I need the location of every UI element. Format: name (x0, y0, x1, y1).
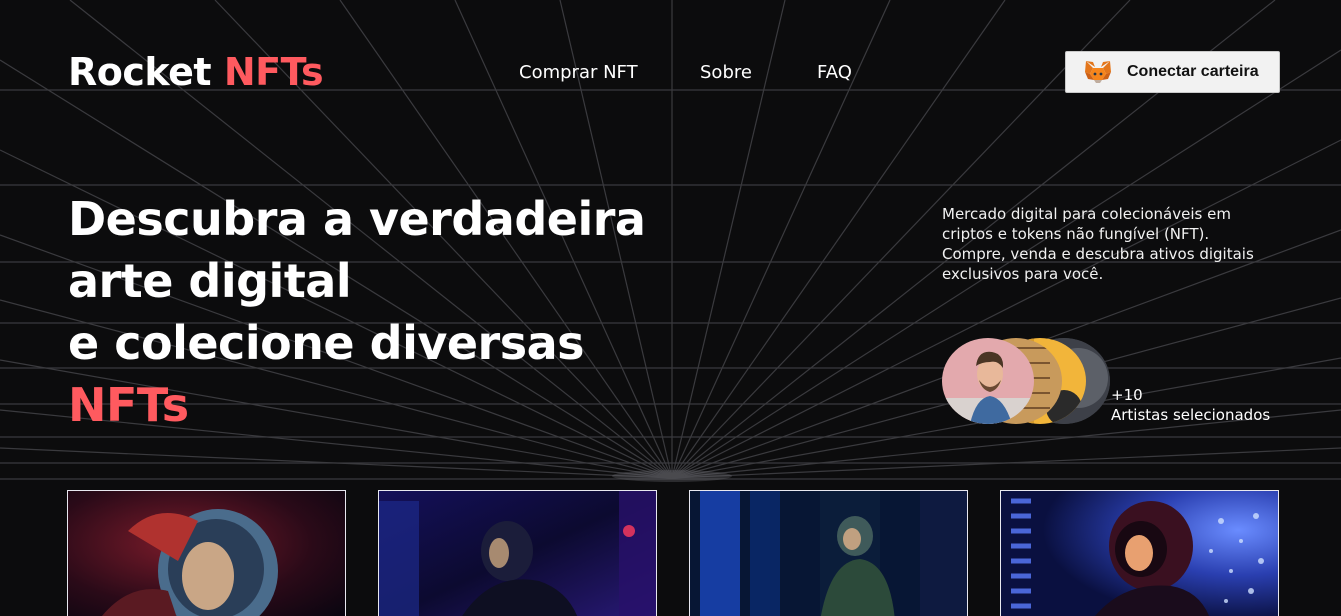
hero-line-1: Descubra a verdadeira (68, 192, 646, 246)
artist-avatar-1 (942, 338, 1034, 424)
hero-description: Mercado digital para colecionáveis em cr… (942, 204, 1282, 284)
brand-accent: NFTs (223, 50, 324, 94)
hero-line-2: arte digital (68, 254, 352, 308)
hero-accent: NFTs (68, 378, 189, 432)
nft-card-astronaut-red[interactable] (67, 490, 346, 616)
brand-name: Rocket (68, 50, 212, 94)
page: Rocket NFTs Comprar NFT Sobre FAQ Conect… (0, 0, 1341, 616)
artists-count-number: +10 (1111, 386, 1143, 404)
artists-count-label: Artistas selecionados (1111, 406, 1271, 424)
hero-line-3: e colecione diversas (68, 316, 585, 370)
brand-logo[interactable]: Rocket NFTs (68, 50, 324, 94)
main-nav: Comprar NFT Sobre FAQ (519, 62, 877, 83)
artist-avatars (942, 338, 1122, 426)
nav-link-comprar-nft[interactable]: Comprar NFT (519, 62, 700, 83)
connect-wallet-label: Conectar carteira (1127, 63, 1259, 80)
description-line-3: Compre, venda e descubra ativos digitais (942, 245, 1254, 263)
nav-link-faq[interactable]: FAQ (817, 62, 877, 83)
connect-wallet-button[interactable]: Conectar carteira (1065, 51, 1280, 93)
artists-count: +10 Artistas selecionados (1111, 385, 1270, 425)
nft-cards (0, 490, 1341, 616)
description-line-1: Mercado digital para colecionáveis em (942, 205, 1231, 223)
nft-card-astronaut-lights[interactable] (1000, 490, 1279, 616)
nft-card-astronaut-blue[interactable] (378, 490, 657, 616)
nav-link-sobre[interactable]: Sobre (700, 62, 817, 83)
description-line-4: exclusivos para você. (942, 265, 1104, 283)
nft-card-astronaut-green[interactable] (689, 490, 968, 616)
hero-headline: Descubra a verdadeira arte digital e col… (68, 188, 646, 436)
metamask-fox-icon (1085, 61, 1111, 83)
description-line-2: criptos e tokens não fungível (NFT). (942, 225, 1210, 243)
